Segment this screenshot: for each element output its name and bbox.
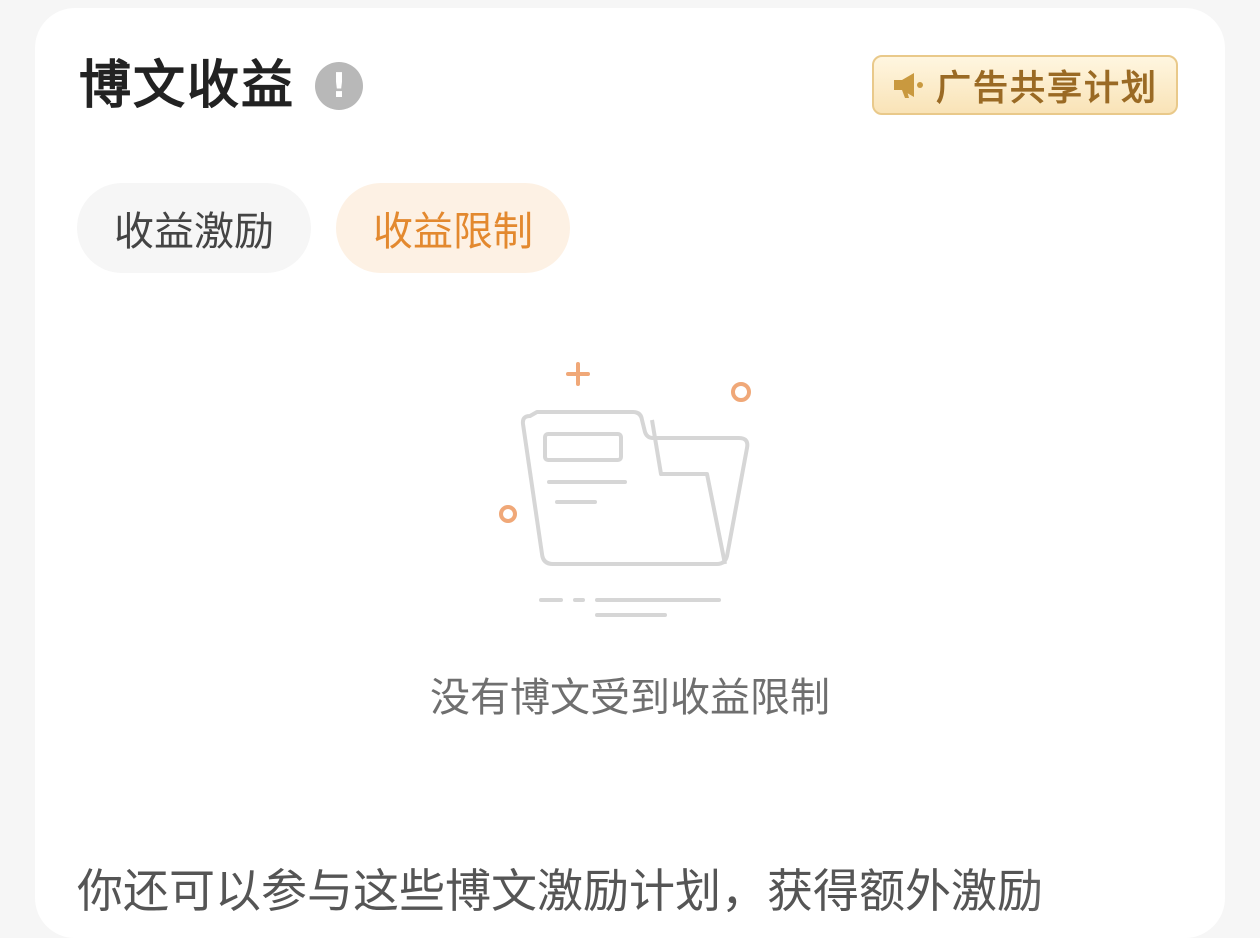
page-title: 博文收益 — [79, 56, 296, 116]
tab-revenue-incentive[interactable]: 收益激励 — [77, 183, 311, 273]
incentive-promo-text: 你还可以参与这些博文激励计划，获得额外激励 — [77, 864, 1043, 918]
tab-label: 收益激励 — [114, 209, 274, 255]
megaphone-icon — [893, 73, 923, 98]
tab-label: 收益限制 — [373, 209, 533, 255]
empty-state-message: 没有博文受到收益限制 — [430, 675, 830, 721]
header: 博文收益 ! — [79, 56, 364, 116]
tab-revenue-restriction[interactable]: 收益限制 — [336, 183, 570, 273]
ad-share-plan-label: 广告共享计划 — [935, 68, 1158, 109]
exclamation-circle-icon[interactable]: ! — [315, 62, 364, 110]
revenue-card: 博文收益 ! 广告共享计划 收益激励 收益限制 没有博文受到收益限制 你还可以参… — [35, 8, 1225, 938]
empty-folder-icon — [499, 362, 751, 617]
tab-bar: 收益激励 收益限制 — [77, 183, 570, 273]
ad-share-plan-button[interactable]: 广告共享计划 — [872, 55, 1178, 115]
